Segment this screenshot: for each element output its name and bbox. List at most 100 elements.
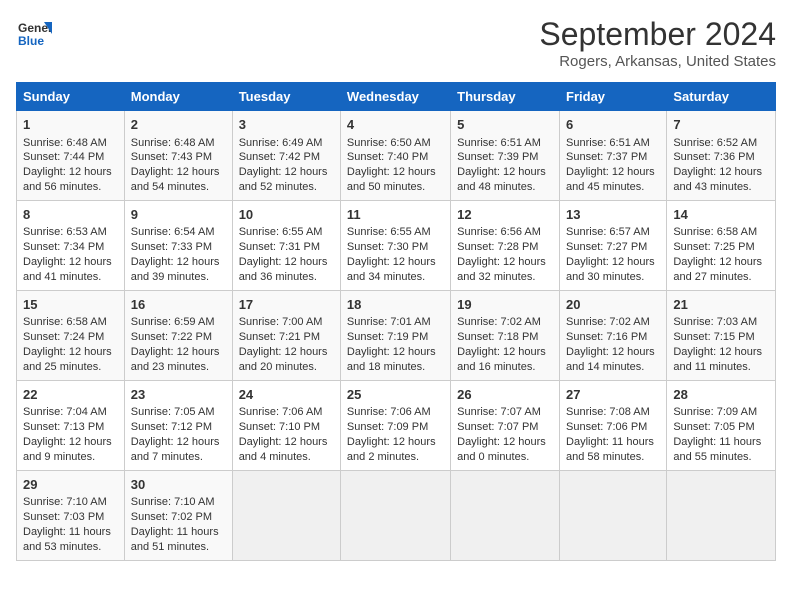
day-info-line: and 39 minutes. [131, 270, 226, 285]
week-row-0: 1Sunrise: 6:48 AMSunset: 7:44 PMDaylight… [17, 111, 776, 201]
day-number: 4 [347, 116, 444, 134]
day-cell: 26Sunrise: 7:07 AMSunset: 7:07 PMDayligh… [451, 380, 560, 470]
day-info-line: and 50 minutes. [347, 180, 444, 195]
day-info-line: Daylight: 12 hours [457, 165, 553, 180]
day-info-line: Sunrise: 7:04 AM [23, 405, 118, 420]
day-info-line: Sunrise: 7:02 AM [566, 315, 660, 330]
day-info-line: and 56 minutes. [23, 180, 118, 195]
day-cell [560, 470, 667, 560]
day-cell: 28Sunrise: 7:09 AMSunset: 7:05 PMDayligh… [667, 380, 776, 470]
day-number: 5 [457, 116, 553, 134]
day-number: 15 [23, 296, 118, 314]
day-cell: 9Sunrise: 6:54 AMSunset: 7:33 PMDaylight… [124, 200, 232, 290]
day-cell: 10Sunrise: 6:55 AMSunset: 7:31 PMDayligh… [232, 200, 340, 290]
day-info-line: Sunrise: 7:00 AM [239, 315, 334, 330]
day-info-line: Sunrise: 7:09 AM [673, 405, 769, 420]
day-number: 26 [457, 386, 553, 404]
day-info-line: Sunrise: 7:06 AM [239, 405, 334, 420]
day-info-line: and 34 minutes. [347, 270, 444, 285]
day-info-line: Sunrise: 6:50 AM [347, 136, 444, 151]
day-number: 30 [131, 476, 226, 494]
day-info-line: and 58 minutes. [566, 450, 660, 465]
day-info-line: and 25 minutes. [23, 360, 118, 375]
day-info-line: and 54 minutes. [131, 180, 226, 195]
header-wednesday: Wednesday [340, 83, 450, 111]
day-cell: 1Sunrise: 6:48 AMSunset: 7:44 PMDaylight… [17, 111, 125, 201]
day-cell: 17Sunrise: 7:00 AMSunset: 7:21 PMDayligh… [232, 290, 340, 380]
header-friday: Friday [560, 83, 667, 111]
day-info-line: Daylight: 11 hours [131, 525, 226, 540]
calendar-title: September 2024 [539, 16, 776, 53]
day-info-line: Sunrise: 6:49 AM [239, 136, 334, 151]
day-info-line: Daylight: 12 hours [239, 165, 334, 180]
day-cell: 29Sunrise: 7:10 AMSunset: 7:03 PMDayligh… [17, 470, 125, 560]
header-monday: Monday [124, 83, 232, 111]
logo: General Blue [16, 16, 52, 52]
day-info-line: Sunrise: 6:52 AM [673, 136, 769, 151]
day-cell: 19Sunrise: 7:02 AMSunset: 7:18 PMDayligh… [451, 290, 560, 380]
day-info-line: Sunrise: 7:05 AM [131, 405, 226, 420]
day-info-line: and 18 minutes. [347, 360, 444, 375]
week-row-1: 8Sunrise: 6:53 AMSunset: 7:34 PM Daylight… [17, 200, 776, 290]
day-info-line: Sunset: 7:34 PM [23, 240, 118, 255]
day-number: 9 [131, 206, 226, 224]
day-info-line: Sunset: 7:09 PM [347, 420, 444, 435]
day-info-line: Sunset: 7:18 PM [457, 330, 553, 345]
day-info-line: and 23 minutes. [131, 360, 226, 375]
day-number: 11 [347, 206, 444, 224]
day-cell: 16Sunrise: 6:59 AMSunset: 7:22 PMDayligh… [124, 290, 232, 380]
day-cell: 11Sunrise: 6:55 AMSunset: 7:30 PMDayligh… [340, 200, 450, 290]
day-number: 16 [131, 296, 226, 314]
day-number: 14 [673, 206, 769, 224]
day-info-line: Daylight: 12 hours [457, 255, 553, 270]
day-info-line: Sunset: 7:39 PM [457, 150, 553, 165]
calendar-body: 1Sunrise: 6:48 AMSunset: 7:44 PMDaylight… [17, 111, 776, 561]
day-number: 1 [23, 116, 118, 134]
day-info-line: and 0 minutes. [457, 450, 553, 465]
day-info-line: Sunrise: 7:06 AM [347, 405, 444, 420]
day-info-line: Daylight: 12 hours [23, 435, 118, 450]
day-info-line: Sunset: 7:37 PM [566, 150, 660, 165]
day-info-line: Daylight: 12 hours [673, 345, 769, 360]
day-info-line: and 53 minutes. [23, 540, 118, 555]
day-info-line: Sunrise: 6:48 AM [131, 136, 226, 151]
day-number: 2 [131, 116, 226, 134]
day-info-line: Sunrise: 7:02 AM [457, 315, 553, 330]
day-info-line: Sunrise: 7:10 AM [131, 495, 226, 510]
day-info-line: and 30 minutes. [566, 270, 660, 285]
day-info-line: Sunset: 7:33 PM [131, 240, 226, 255]
day-number: 7 [673, 116, 769, 134]
day-info-line: and 2 minutes. [347, 450, 444, 465]
day-info-line: and 4 minutes. [239, 450, 334, 465]
header-thursday: Thursday [451, 83, 560, 111]
day-info-line: Daylight: 12 hours [239, 345, 334, 360]
day-cell: 15Sunrise: 6:58 AMSunset: 7:24 PMDayligh… [17, 290, 125, 380]
day-info-line: Sunset: 7:10 PM [239, 420, 334, 435]
day-cell: 27Sunrise: 7:08 AMSunset: 7:06 PMDayligh… [560, 380, 667, 470]
day-info-line: Daylight: 12 hours [673, 165, 769, 180]
day-info-line: Sunrise: 6:51 AM [566, 136, 660, 151]
day-cell [232, 470, 340, 560]
day-info-line: Daylight: 12 hours [131, 345, 226, 360]
day-cell: 6Sunrise: 6:51 AMSunset: 7:37 PMDaylight… [560, 111, 667, 201]
day-cell: 13Sunrise: 6:57 AMSunset: 7:27 PMDayligh… [560, 200, 667, 290]
day-info-line: and 36 minutes. [239, 270, 334, 285]
day-info-line: Sunrise: 6:53 AM [23, 225, 118, 240]
day-cell: 24Sunrise: 7:06 AMSunset: 7:10 PMDayligh… [232, 380, 340, 470]
day-info-line: Daylight: 12 hours [566, 255, 660, 270]
day-cell: 21Sunrise: 7:03 AMSunset: 7:15 PMDayligh… [667, 290, 776, 380]
day-cell: 7Sunrise: 6:52 AMSunset: 7:36 PMDaylight… [667, 111, 776, 201]
day-number: 21 [673, 296, 769, 314]
day-cell: 5Sunrise: 6:51 AMSunset: 7:39 PMDaylight… [451, 111, 560, 201]
day-number: 8 [23, 206, 118, 224]
day-cell: 20Sunrise: 7:02 AMSunset: 7:16 PMDayligh… [560, 290, 667, 380]
day-info-line: Daylight: 12 hours [566, 345, 660, 360]
day-info-line: and 52 minutes. [239, 180, 334, 195]
day-info-line: Sunrise: 6:55 AM [239, 225, 334, 240]
day-info-line: Daylight: 12 hours [23, 345, 118, 360]
day-cell: 25Sunrise: 7:06 AMSunset: 7:09 PMDayligh… [340, 380, 450, 470]
day-cell: 2Sunrise: 6:48 AMSunset: 7:43 PMDaylight… [124, 111, 232, 201]
day-info-line: and 9 minutes. [23, 450, 118, 465]
calendar-table: SundayMondayTuesdayWednesdayThursdayFrid… [16, 82, 776, 561]
page-header: General Blue September 2024 Rogers, Arka… [16, 16, 776, 70]
